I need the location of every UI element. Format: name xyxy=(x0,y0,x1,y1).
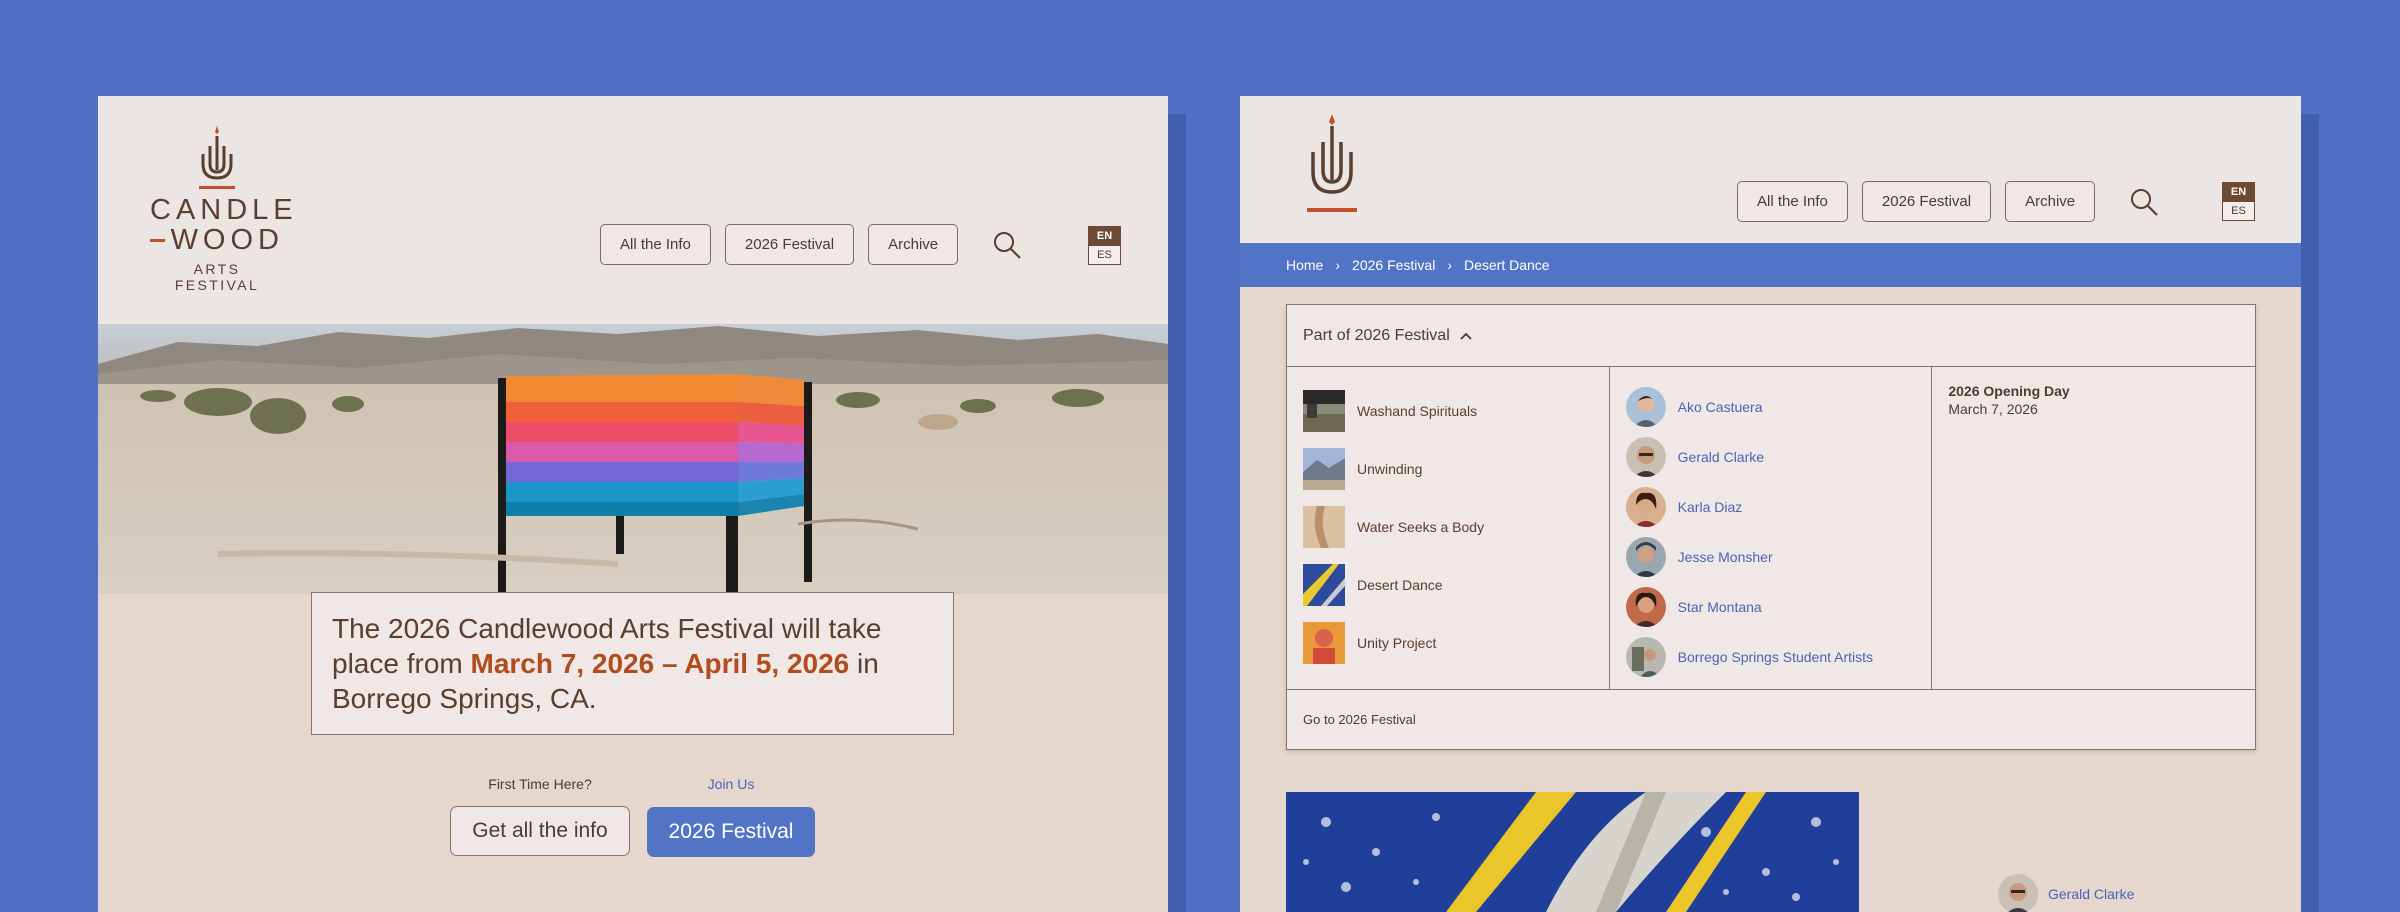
events-column: 2026 Opening Day March 7, 2026 xyxy=(1932,367,2255,689)
dropdown-toggle[interactable]: Part of 2026 Festival xyxy=(1287,305,2255,367)
artist-item[interactable]: Gerald Clarke xyxy=(1610,432,1932,482)
artist-avatar xyxy=(1625,437,1666,477)
nav-festival-button[interactable]: 2026 Festival xyxy=(1861,181,1992,222)
event-date: March 7, 2026 xyxy=(1948,401,2038,417)
festival-dropdown-menu: Part of 2026 Festival Washand Spirituals… xyxy=(1286,304,2256,750)
artist-avatar xyxy=(1625,387,1666,427)
artists-column: Ako Castuera Gerald Clarke Karla Diaz Je… xyxy=(1610,367,1933,689)
breadcrumb-festival[interactable]: 2026 Festival xyxy=(1352,257,1435,273)
nav-archive-button[interactable]: Archive xyxy=(868,224,959,265)
breadcrumb-home[interactable]: Home xyxy=(1286,257,1323,273)
work-item-unwinding[interactable]: Unwinding xyxy=(1287,440,1609,498)
work-item-unity-project[interactable]: Unity Project xyxy=(1287,614,1609,672)
work-item-water-seeks-a-body[interactable]: Water Seeks a Body xyxy=(1287,498,1609,556)
main-nav: All the Info 2026 Festival Archive xyxy=(1737,181,2159,222)
breadcrumb-separator: › xyxy=(1447,257,1452,273)
artist-avatar xyxy=(1998,874,2038,912)
go-to-festival-link[interactable]: Go to 2026 Festival xyxy=(1287,690,2255,748)
announcement-dates: March 7, 2026 – April 5, 2026 xyxy=(470,648,850,679)
work-thumbnail xyxy=(1303,448,1345,490)
artist-link[interactable]: Borrego Springs Student Artists xyxy=(1678,649,1873,665)
festival-logo-compact[interactable] xyxy=(1304,110,1360,219)
event-page-panel: All the Info 2026 Festival Archive EN ES… xyxy=(1240,96,2301,912)
first-time-label: First Time Here? xyxy=(488,776,592,792)
search-icon[interactable] xyxy=(2129,187,2159,217)
work-label: Desert Dance xyxy=(1357,577,1443,593)
logo-word-wood: WOOD xyxy=(150,225,284,255)
artist-avatar xyxy=(1625,587,1666,627)
artist-item[interactable]: Jesse Monsher xyxy=(1610,532,1932,582)
work-thumbnail xyxy=(1303,564,1345,606)
work-label: Unity Project xyxy=(1357,635,1437,651)
work-label: Unwinding xyxy=(1357,461,1423,477)
language-switcher[interactable]: EN ES xyxy=(2222,182,2255,221)
main-nav: All the Info 2026 Festival Archive xyxy=(600,224,1022,265)
logo-word-candle: CANDLE xyxy=(150,194,298,226)
nav-all-info-button[interactable]: All the Info xyxy=(600,224,711,265)
artist-avatar xyxy=(1625,637,1666,677)
festival-logo[interactable]: CANDLE WOOD ARTS FESTIVAL xyxy=(150,124,298,293)
language-switcher[interactable]: EN ES xyxy=(1088,226,1121,265)
desert-installation-image xyxy=(98,324,1168,594)
logo-dash xyxy=(150,238,165,242)
join-us-label[interactable]: Join Us xyxy=(647,776,815,792)
artist-link[interactable]: Jesse Monsher xyxy=(1678,549,1773,565)
artist-item[interactable]: Ako Castuera xyxy=(1610,382,1932,432)
artist-avatar xyxy=(1625,537,1666,577)
desert-dance-fabric-image xyxy=(1286,792,1859,912)
artist-credit-name[interactable]: Gerald Clarke xyxy=(2048,886,2134,902)
nav-festival-button[interactable]: 2026 Festival xyxy=(724,224,855,265)
lang-en-option[interactable]: EN xyxy=(2223,183,2254,202)
work-label: Water Seeks a Body xyxy=(1357,519,1485,535)
home-page-panel: CANDLE WOOD ARTS FESTIVAL All the Info 2… xyxy=(98,96,1168,912)
artist-link[interactable]: Gerald Clarke xyxy=(1678,449,1764,465)
works-column: Washand Spirituals Unwinding Water Seeks… xyxy=(1287,367,1610,689)
work-thumbnail xyxy=(1303,506,1345,548)
lang-es-option[interactable]: ES xyxy=(2223,202,2254,220)
breadcrumb-current: Desert Dance xyxy=(1463,257,1550,273)
artist-link[interactable]: Ako Castuera xyxy=(1678,399,1763,415)
work-label: Washand Spirituals xyxy=(1357,403,1478,419)
artist-avatar xyxy=(1625,487,1666,527)
artist-item[interactable]: Borrego Springs Student Artists xyxy=(1610,632,1932,682)
breadcrumb-separator: › xyxy=(1335,257,1341,273)
work-thumbnail xyxy=(1303,390,1345,432)
work-item-desert-dance[interactable]: Desert Dance xyxy=(1287,556,1609,614)
get-all-info-button[interactable]: Get all the info xyxy=(450,806,630,856)
dropdown-title: Part of 2026 Festival xyxy=(1303,326,1450,344)
chevron-up-icon xyxy=(1460,332,1472,340)
lang-en-option[interactable]: EN xyxy=(1089,227,1120,246)
artist-item[interactable]: Star Montana xyxy=(1610,582,1932,632)
artist-credit[interactable]: Gerald Clarke xyxy=(1998,874,2134,912)
nav-archive-button[interactable]: Archive xyxy=(2005,181,2096,222)
event-title[interactable]: 2026 Opening Day xyxy=(1932,383,2255,399)
breadcrumb: Home › 2026 Festival › Desert Dance xyxy=(1240,243,2301,287)
artist-link[interactable]: Star Montana xyxy=(1678,599,1762,615)
logo-subtitle: ARTS FESTIVAL xyxy=(174,261,260,293)
candle-logo-icon xyxy=(1307,114,1357,212)
work-item-washand-spirituals[interactable]: Washand Spirituals xyxy=(1287,382,1609,440)
search-icon[interactable] xyxy=(992,230,1022,260)
logo-word-wood-text: WOOD xyxy=(170,224,284,256)
artist-item[interactable]: Karla Diaz xyxy=(1610,482,1932,532)
festival-announcement: The 2026 Candlewood Arts Festival will t… xyxy=(311,592,954,735)
festival-cta-button[interactable]: 2026 Festival xyxy=(647,807,815,857)
nav-all-info-button[interactable]: All the Info xyxy=(1737,181,1848,222)
artist-link[interactable]: Karla Diaz xyxy=(1678,499,1743,515)
artwork-image xyxy=(1286,792,1859,912)
candle-logo-icon xyxy=(199,126,235,189)
hero-image xyxy=(98,324,1168,594)
work-thumbnail xyxy=(1303,622,1345,664)
lang-es-option[interactable]: ES xyxy=(1089,246,1120,264)
